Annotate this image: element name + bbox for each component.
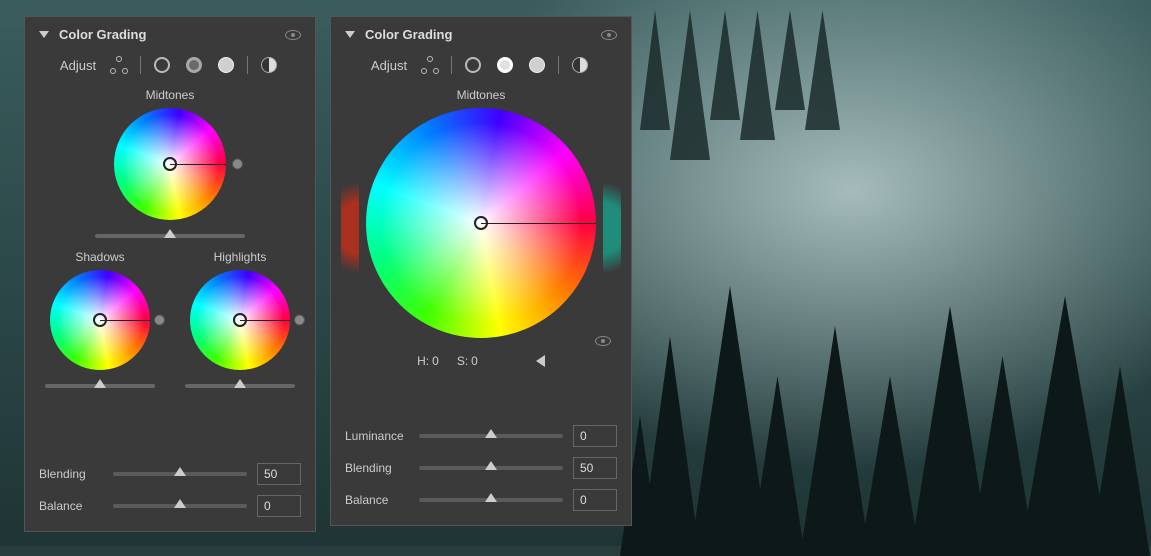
sat-value[interactable]: 0 bbox=[471, 354, 478, 368]
highlights-mode-button[interactable] bbox=[526, 54, 548, 76]
shadows-mode-button[interactable] bbox=[462, 54, 484, 76]
blending-slider[interactable] bbox=[419, 466, 563, 470]
highlights-luminance-slider[interactable] bbox=[185, 384, 295, 388]
sat-label: S: bbox=[457, 354, 468, 368]
slider-thumb[interactable] bbox=[485, 429, 497, 438]
adjust-label: Adjust bbox=[371, 58, 407, 73]
highlights-mode-button[interactable] bbox=[215, 54, 237, 76]
visibility-toggle-icon[interactable] bbox=[601, 30, 617, 40]
midtones-mode-button[interactable] bbox=[494, 54, 516, 76]
slider-thumb[interactable] bbox=[174, 499, 186, 508]
collapse-readout-icon[interactable] bbox=[536, 355, 545, 367]
shadows-color-wheel[interactable] bbox=[50, 270, 150, 370]
hue-value[interactable]: 0 bbox=[432, 354, 439, 368]
hue-label: H: bbox=[417, 354, 429, 368]
global-mode-button[interactable] bbox=[569, 54, 591, 76]
separator bbox=[451, 56, 452, 74]
balance-label: Balance bbox=[345, 493, 409, 507]
global-mode-button[interactable] bbox=[258, 54, 280, 76]
midtones-wheel-label: Midtones bbox=[39, 88, 301, 102]
adjust-mode-row: Adjust bbox=[345, 54, 617, 76]
midtones-wheel-label: Midtones bbox=[345, 88, 617, 102]
separator bbox=[140, 56, 141, 74]
blending-label: Blending bbox=[39, 467, 103, 481]
adjust-mode-row: Adjust bbox=[39, 54, 301, 76]
three-way-view-button[interactable] bbox=[419, 54, 441, 76]
slider-thumb[interactable] bbox=[164, 229, 176, 238]
slider-thumb[interactable] bbox=[485, 461, 497, 470]
highlights-wheel-label: Highlights bbox=[214, 250, 267, 264]
luminance-label: Luminance bbox=[345, 429, 409, 443]
midtones-color-wheel[interactable] bbox=[114, 108, 226, 220]
wheel-visibility-icon[interactable] bbox=[595, 336, 611, 346]
collapse-icon[interactable] bbox=[39, 31, 49, 38]
blending-slider[interactable] bbox=[113, 472, 247, 476]
separator bbox=[558, 56, 559, 74]
blending-value-input[interactable] bbox=[257, 463, 301, 485]
hue-sat-readout: H:0 S:0 bbox=[345, 354, 617, 368]
panel-title: Color Grading bbox=[365, 27, 591, 42]
luminance-slider[interactable] bbox=[419, 434, 563, 438]
slider-thumb[interactable] bbox=[234, 379, 246, 388]
balance-value-input[interactable] bbox=[257, 495, 301, 517]
blending-label: Blending bbox=[345, 461, 409, 475]
balance-value-input[interactable] bbox=[573, 489, 617, 511]
slider-thumb[interactable] bbox=[94, 379, 106, 388]
midtones-luminance-slider[interactable] bbox=[95, 234, 245, 238]
color-grading-panel-single: Color Grading Adjust Midtones H:0 S:0 Lu… bbox=[330, 16, 632, 526]
slider-thumb[interactable] bbox=[485, 493, 497, 502]
shadows-wheel-label: Shadows bbox=[75, 250, 124, 264]
color-grading-panel-threeup: Color Grading Adjust Midtones Shadows Hi… bbox=[24, 16, 316, 532]
adjust-label: Adjust bbox=[60, 58, 96, 73]
balance-label: Balance bbox=[39, 499, 103, 513]
balance-slider[interactable] bbox=[419, 498, 563, 502]
collapse-icon[interactable] bbox=[345, 31, 355, 38]
three-way-view-button[interactable] bbox=[108, 54, 130, 76]
prev-wheel-peek[interactable] bbox=[341, 166, 359, 290]
panel-title: Color Grading bbox=[59, 27, 275, 42]
blending-value-input[interactable] bbox=[573, 457, 617, 479]
midtones-color-wheel[interactable] bbox=[366, 108, 596, 338]
highlights-hue-knob[interactable] bbox=[294, 315, 305, 326]
balance-slider[interactable] bbox=[113, 504, 247, 508]
midtones-hue-knob[interactable] bbox=[232, 159, 243, 170]
next-wheel-peek[interactable] bbox=[603, 166, 621, 290]
highlights-color-wheel[interactable] bbox=[190, 270, 290, 370]
visibility-toggle-icon[interactable] bbox=[285, 30, 301, 40]
midtones-mode-button[interactable] bbox=[183, 54, 205, 76]
shadows-hue-knob[interactable] bbox=[154, 315, 165, 326]
shadows-luminance-slider[interactable] bbox=[45, 384, 155, 388]
slider-thumb[interactable] bbox=[174, 467, 186, 476]
separator bbox=[247, 56, 248, 74]
shadows-mode-button[interactable] bbox=[151, 54, 173, 76]
luminance-value-input[interactable] bbox=[573, 425, 617, 447]
